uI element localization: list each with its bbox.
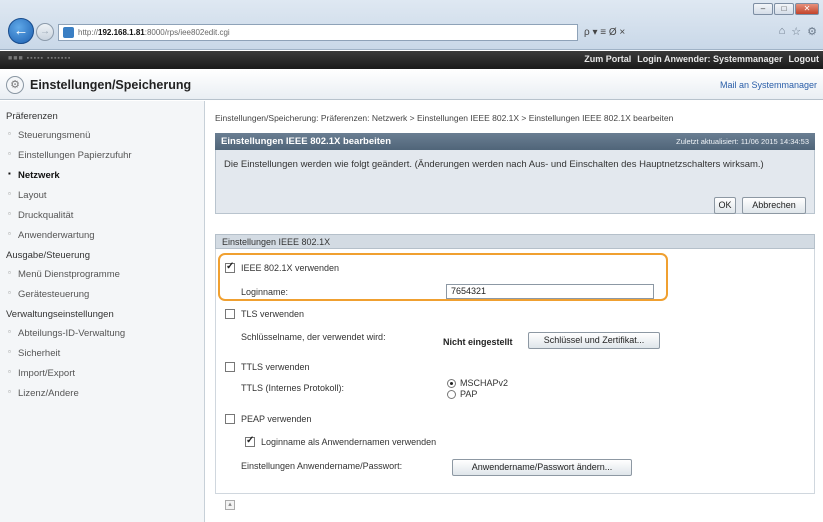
peap-checkbox[interactable] xyxy=(225,414,235,424)
sidebar-item-utility-menu[interactable]: Menü Dienstprogramme xyxy=(0,267,204,282)
tls-row: TLS verwenden xyxy=(225,309,304,319)
ttls-protocol-row: TTLS (Internes Protokoll): xyxy=(241,383,344,393)
notice-text: Die Einstellungen werden wie folgt geänd… xyxy=(224,159,764,170)
cancel-button[interactable]: Abbrechen xyxy=(742,197,806,214)
use-ieee-label: IEEE 802.1X verwenden xyxy=(241,263,340,273)
portal-link[interactable]: Zum Portal xyxy=(584,54,631,64)
section-title: Einstellungen IEEE 802.1X xyxy=(215,234,815,249)
peap-label: PEAP verwenden xyxy=(241,414,312,424)
login-user-text: Login Anwender: Systemmanager xyxy=(637,54,783,64)
login-name-row: Loginname: xyxy=(241,287,288,297)
sidebar-item-license-other[interactable]: Lizenz/Andere xyxy=(0,386,204,401)
key-certificate-button[interactable]: Schlüssel und Zertifikat... xyxy=(528,332,660,349)
use-ieee-row: IEEE 802.1X verwenden xyxy=(225,261,340,273)
key-name-label: Schlüsselname, der verwendet wird: xyxy=(241,332,386,342)
browser-toolbar-icons: ⌂ ☆ ⚙ xyxy=(779,25,817,38)
sidebar-item-device-control[interactable]: Gerätesteuerung xyxy=(0,287,204,302)
key-status-text: Nicht eingestellt xyxy=(443,337,513,347)
use-ieee-checkbox[interactable] xyxy=(225,261,235,273)
radio-mschapv2-row: MSCHAPv2 xyxy=(447,378,508,388)
login-name-input[interactable]: 7654321 xyxy=(446,284,654,299)
page-top-icon[interactable]: ▴ xyxy=(225,500,235,510)
sidebar-section-management[interactable]: Verwaltungseinstellungen xyxy=(0,307,204,322)
tls-checkbox[interactable] xyxy=(225,309,235,319)
favorites-star-icon[interactable]: ☆ xyxy=(791,25,801,38)
panel-title: Einstellungen IEEE 802.1X bearbeiten Zul… xyxy=(215,133,815,150)
user-pw-label: Einstellungen Anwendername/Passwort: xyxy=(241,461,403,471)
minimize-button[interactable]: – xyxy=(753,3,773,15)
portal-bar: ■■■ ▪▪▪▪▪ ▪▪▪▪▪▪▪ Zum Portal Login Anwen… xyxy=(0,51,823,69)
sidebar-item-network[interactable]: Netzwerk xyxy=(0,168,204,183)
sidebar-section-preferences[interactable]: Präferenzen xyxy=(0,109,204,124)
portal-links: Zum Portal Login Anwender: Systemmanager… xyxy=(584,54,819,64)
sidebar-item-layout[interactable]: Layout xyxy=(0,188,204,203)
ttls-checkbox[interactable] xyxy=(225,362,235,372)
maximize-button[interactable]: □ xyxy=(774,3,794,15)
page-header: ⚙ Einstellungen/Speicherung Mail an Syst… xyxy=(0,70,823,100)
radio-pap[interactable] xyxy=(447,389,456,399)
browser-chrome: – □ ✕ ← → http://192.168.1.81:8000/rps/i… xyxy=(0,0,823,50)
sidebar-item-department-id[interactable]: Abteilungs-ID-Verwaltung xyxy=(0,326,204,341)
panel-title-text: Einstellungen IEEE 802.1X bearbeiten xyxy=(221,136,392,147)
address-controls[interactable]: ρ ▾ ≡ Ø × xyxy=(580,24,730,41)
sidebar-item-security[interactable]: Sicherheit xyxy=(0,346,204,361)
search-controls-glyphs[interactable]: ρ ▾ ≡ Ø × xyxy=(584,27,625,38)
last-updated-text: Zuletzt aktualisiert: 11/06 2015 14:34:5… xyxy=(676,137,809,146)
use-login-as-user-label: Loginname als Anwendernamen verwenden xyxy=(261,437,437,447)
breadcrumb: Einstellungen/Speicherung: Präferenzen: … xyxy=(215,113,674,123)
user-pw-row: Einstellungen Anwendername/Passwort: xyxy=(241,461,402,471)
use-login-as-user-row: Loginname als Anwendernamen verwenden xyxy=(245,435,437,447)
page-title: Einstellungen/Speicherung xyxy=(30,78,192,92)
sidebar: Präferenzen Steuerungsmenü Einstellungen… xyxy=(0,101,205,522)
close-button[interactable]: ✕ xyxy=(795,3,819,15)
site-icon xyxy=(63,27,74,38)
home-icon[interactable]: ⌂ xyxy=(779,25,786,38)
use-login-as-user-checkbox[interactable] xyxy=(245,435,255,447)
address-bar[interactable]: http://192.168.1.81:8000/rps/iee802edit.… xyxy=(58,24,578,41)
key-name-row: Schlüsselname, der verwendet wird: xyxy=(241,332,386,342)
settings-gear-icon: ⚙ xyxy=(6,76,24,94)
sidebar-item-control-menu[interactable]: Steuerungsmenü xyxy=(0,128,204,143)
sidebar-section-output-control[interactable]: Ausgabe/Steuerung xyxy=(0,248,204,263)
ttls-protocol-label: TTLS (Internes Protokoll): xyxy=(241,383,345,393)
device-logo: ■■■ ▪▪▪▪▪ ▪▪▪▪▪▪▪ xyxy=(8,55,72,62)
sidebar-item-print-quality[interactable]: Druckqualität xyxy=(0,208,204,223)
login-name-label: Loginname: xyxy=(241,287,289,297)
window-controls: – □ ✕ xyxy=(753,3,819,15)
logout-link[interactable]: Logout xyxy=(789,54,820,64)
ttls-label: TTLS verwenden xyxy=(241,362,310,372)
radio-pap-label: PAP xyxy=(460,389,478,399)
settings-gear-icon[interactable]: ⚙ xyxy=(807,25,817,38)
peap-row: PEAP verwenden xyxy=(225,414,311,424)
sidebar-item-import-export[interactable]: Import/Export xyxy=(0,366,204,381)
back-arrow-icon[interactable]: ← xyxy=(8,18,34,44)
mail-to-admin-link[interactable]: Mail an Systemmanager xyxy=(720,80,817,90)
url-text: http://192.168.1.81:8000/rps/iee802edit.… xyxy=(78,28,230,37)
radio-mschapv2-label: MSCHAPv2 xyxy=(460,378,509,388)
radio-mschapv2[interactable] xyxy=(447,378,456,388)
sidebar-item-paper-feed[interactable]: Einstellungen Papierzufuhr xyxy=(0,148,204,163)
tls-label: TLS verwenden xyxy=(241,309,305,319)
ok-button[interactable]: OK xyxy=(714,197,736,214)
ttls-row: TTLS verwenden xyxy=(225,362,310,372)
change-user-password-button[interactable]: Anwendername/Passwort ändern... xyxy=(452,459,632,476)
forward-arrow-icon[interactable]: → xyxy=(36,23,54,41)
radio-pap-row: PAP xyxy=(447,389,477,399)
sidebar-item-user-maintenance[interactable]: Anwenderwartung xyxy=(0,228,204,243)
